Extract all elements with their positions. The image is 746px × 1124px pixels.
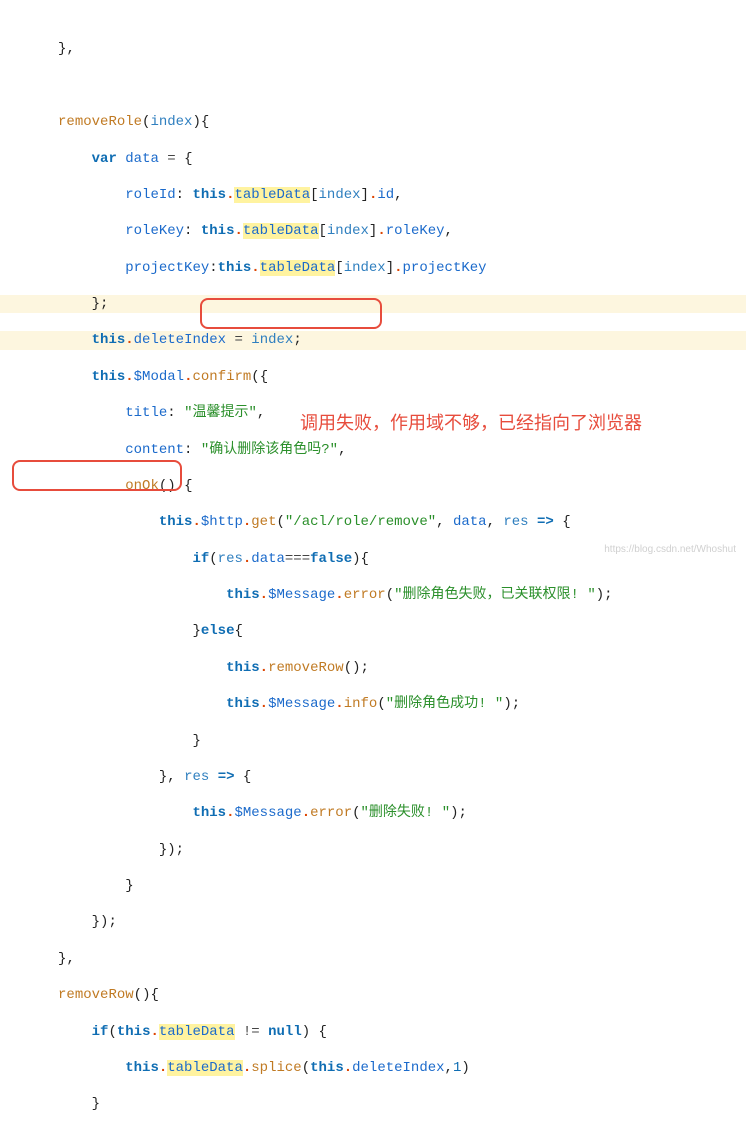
key: title xyxy=(125,405,167,421)
kw-this: this xyxy=(92,369,126,385)
prop: deleteIndex xyxy=(352,1060,444,1076)
prop-tabledata: tableData xyxy=(260,260,336,276)
code-line: removeRole(index){ xyxy=(0,113,746,131)
code-line: if(this.tableData != null) { xyxy=(0,1023,746,1041)
code-line xyxy=(0,77,746,95)
kw-this: this xyxy=(226,660,260,676)
ident: index xyxy=(327,223,369,239)
ident: index xyxy=(251,332,293,348)
fn: splice xyxy=(251,1060,301,1076)
kw-this: this xyxy=(92,332,126,348)
str: "删除角色成功! " xyxy=(386,696,504,712)
code-line: onOk() { xyxy=(0,477,746,495)
prop-tabledata: tableData xyxy=(234,187,310,203)
code-line: this.$Message.error("删除角色失败，已关联权限! "); xyxy=(0,586,746,604)
fn: error xyxy=(344,587,386,603)
prop: $Message xyxy=(234,805,301,821)
kw-this: this xyxy=(192,805,226,821)
kw-this: this xyxy=(201,223,235,239)
code-block: }, removeRole(index){ var data = { roleI… xyxy=(0,0,746,1124)
method-name: removeRow xyxy=(58,987,134,1003)
kw-this: this xyxy=(117,1024,151,1040)
code-line: this.removeRow(); xyxy=(0,659,746,677)
prop-tabledata: tableData xyxy=(167,1060,243,1076)
key: content xyxy=(125,442,184,458)
fn: error xyxy=(310,805,352,821)
code-line: roleId: this.tableData[index].id, xyxy=(0,186,746,204)
param: res xyxy=(184,769,209,785)
code-line: }else{ xyxy=(0,622,746,640)
code-line: this.$Modal.confirm({ xyxy=(0,368,746,386)
fn: confirm xyxy=(192,369,251,385)
prop: roleKey xyxy=(386,223,445,239)
str: "/acl/role/remove" xyxy=(285,514,436,530)
kw-else: else xyxy=(201,623,235,639)
fn-removeRow: removeRow xyxy=(268,660,344,676)
prop: $Message xyxy=(268,696,335,712)
str: "确认删除该角色吗?" xyxy=(201,442,338,458)
kw-this: this xyxy=(159,514,193,530)
annotation-text: 调用失败，作用域不够，已经指向了浏览器 xyxy=(300,412,642,435)
prop: $Modal xyxy=(134,369,184,385)
key: roleKey xyxy=(125,223,184,239)
prop: data xyxy=(251,551,285,567)
key: projectKey xyxy=(125,260,209,276)
kw-this: this xyxy=(218,260,252,276)
code-line: }); xyxy=(0,913,746,931)
ident: data xyxy=(125,151,159,167)
code-line: } xyxy=(0,877,746,895)
kw-this: this xyxy=(125,1060,159,1076)
code-line: }, res => { xyxy=(0,768,746,786)
ident: data xyxy=(453,514,487,530)
kw-this: this xyxy=(226,587,260,603)
ident: res xyxy=(218,551,243,567)
code-line: content: "确认删除该角色吗?", xyxy=(0,441,746,459)
prop-tabledata: tableData xyxy=(243,223,319,239)
kw-this: this xyxy=(226,696,260,712)
fn: get xyxy=(251,514,276,530)
key: onOk xyxy=(125,478,159,494)
watermark: https://blog.csdn.net/Whoshut xyxy=(604,543,736,556)
code-line: projectKey:this.tableData[index].project… xyxy=(0,259,746,277)
kw-false: false xyxy=(310,551,352,567)
str: "温馨提示" xyxy=(184,405,257,421)
kw-if: if xyxy=(192,551,209,567)
code-line: } xyxy=(0,732,746,750)
param: index xyxy=(150,114,192,130)
code-line: var data = { xyxy=(0,150,746,168)
prop-tabledata: tableData xyxy=(159,1024,235,1040)
code-line: this.$http.get("/acl/role/remove", data,… xyxy=(0,513,746,531)
method-name: removeRole xyxy=(58,114,142,130)
code-line-highlight: this.deleteIndex = index; xyxy=(0,331,746,349)
code-line: }, xyxy=(0,40,746,58)
code-line: this.$Message.info("删除角色成功! "); xyxy=(0,695,746,713)
code-line: removeRow(){ xyxy=(0,986,746,1004)
kw-var: var xyxy=(92,151,117,167)
code-line: }); xyxy=(0,841,746,859)
prop: id xyxy=(377,187,394,203)
prop: $Message xyxy=(268,587,335,603)
key: roleId xyxy=(125,187,175,203)
code-line: } xyxy=(0,1095,746,1113)
str: "删除角色失败，已关联权限! " xyxy=(394,587,596,603)
str: "删除失败! " xyxy=(361,805,451,821)
prop: deleteIndex xyxy=(134,332,226,348)
code-line: roleKey: this.tableData[index].roleKey, xyxy=(0,222,746,240)
code-line: }; xyxy=(0,295,746,313)
fn: info xyxy=(344,696,378,712)
kw-if: if xyxy=(92,1024,109,1040)
kw-this: this xyxy=(310,1060,344,1076)
prop: $http xyxy=(201,514,243,530)
code-line: this.$Message.error("删除失败! "); xyxy=(0,804,746,822)
code-line: }, xyxy=(0,950,746,968)
prop: projectKey xyxy=(403,260,487,276)
param: res xyxy=(503,514,528,530)
num: 1 xyxy=(453,1060,461,1076)
kw-null: null xyxy=(268,1024,302,1040)
ident: index xyxy=(344,260,386,276)
ident: index xyxy=(319,187,361,203)
kw-this: this xyxy=(192,187,226,203)
code-line: this.tableData.splice(this.deleteIndex,1… xyxy=(0,1059,746,1077)
